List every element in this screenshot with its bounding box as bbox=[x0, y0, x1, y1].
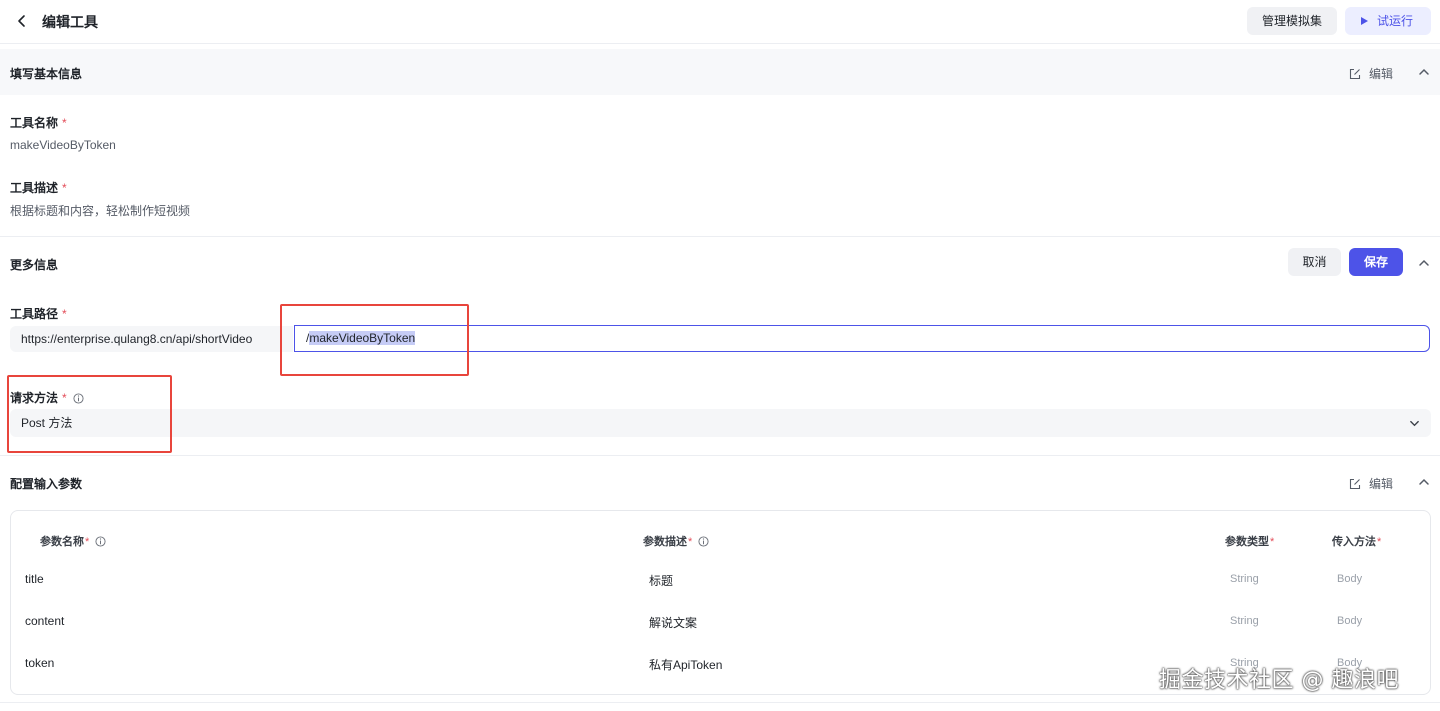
manage-mock-set-button[interactable]: 管理模拟集 bbox=[1247, 7, 1337, 35]
param-type: String bbox=[1230, 615, 1259, 627]
param-name: content bbox=[25, 614, 65, 628]
save-button[interactable]: 保存 bbox=[1349, 248, 1403, 276]
info-icon[interactable] bbox=[698, 536, 709, 547]
edit-icon bbox=[1349, 68, 1361, 80]
collapse-input-params-icon[interactable] bbox=[1418, 476, 1430, 488]
param-type: String bbox=[1230, 573, 1259, 585]
info-icon[interactable] bbox=[95, 536, 106, 547]
chevron-down-icon bbox=[1410, 420, 1419, 427]
basic-info-edit-button[interactable]: 编辑 bbox=[1349, 65, 1393, 82]
tool-path-prefix: https://enterprise.qulang8.cn/api/shortV… bbox=[10, 326, 293, 352]
divider bbox=[0, 702, 1440, 703]
tool-description-label: 工具描述 * bbox=[10, 181, 67, 195]
test-run-button[interactable]: 试运行 bbox=[1345, 7, 1431, 35]
tool-description-value: 根据标题和内容，轻松制作短视频 bbox=[10, 204, 191, 218]
collapse-more-info-icon[interactable] bbox=[1418, 257, 1430, 269]
cancel-button[interactable]: 取消 bbox=[1288, 248, 1341, 276]
basic-info-edit-label: 编辑 bbox=[1369, 67, 1394, 81]
param-name: title bbox=[25, 572, 44, 586]
column-header-method: 传入方法* bbox=[1332, 536, 1382, 548]
column-header-name: 参数名称* bbox=[40, 533, 106, 549]
divider bbox=[0, 236, 1440, 237]
input-params-edit-label: 编辑 bbox=[1369, 477, 1394, 491]
column-header-type: 参数类型* bbox=[1225, 536, 1275, 548]
play-icon bbox=[1361, 17, 1368, 25]
param-desc: 标题 bbox=[649, 574, 674, 588]
input-params-edit-button[interactable]: 编辑 bbox=[1349, 475, 1393, 492]
back-icon[interactable] bbox=[14, 13, 30, 29]
tool-name-value: makeVideoByToken bbox=[10, 138, 116, 152]
param-desc: 私有ApiToken bbox=[649, 658, 723, 672]
collapse-basic-info-icon[interactable] bbox=[1418, 66, 1430, 78]
param-name: token bbox=[25, 656, 55, 670]
watermark: 掘金技术社区 @ 趣浪吧 bbox=[1159, 668, 1399, 693]
request-method-select[interactable]: Post 方法 bbox=[10, 409, 1431, 437]
tool-path-label: 工具路径 * bbox=[10, 307, 67, 321]
page-title: 编辑工具 bbox=[42, 14, 98, 30]
more-info-title: 更多信息 bbox=[10, 258, 59, 272]
edit-icon bbox=[1349, 478, 1361, 490]
tool-name-label: 工具名称 * bbox=[10, 116, 67, 130]
top-bar: 编辑工具 管理模拟集 试运行 bbox=[0, 0, 1440, 44]
basic-info-header: 填写基本信息 编辑 bbox=[0, 49, 1440, 95]
param-method: Body bbox=[1337, 573, 1363, 585]
annotation-box-method bbox=[7, 375, 172, 453]
divider bbox=[0, 455, 1440, 456]
input-params-title: 配置输入参数 bbox=[10, 477, 83, 491]
column-header-desc: 参数描述* bbox=[643, 533, 709, 549]
param-method: Body bbox=[1337, 615, 1363, 627]
param-desc: 解说文案 bbox=[649, 616, 698, 630]
basic-info-title: 填写基本信息 bbox=[10, 67, 83, 81]
test-run-label: 试运行 bbox=[1377, 14, 1414, 28]
annotation-box-path bbox=[280, 304, 469, 376]
